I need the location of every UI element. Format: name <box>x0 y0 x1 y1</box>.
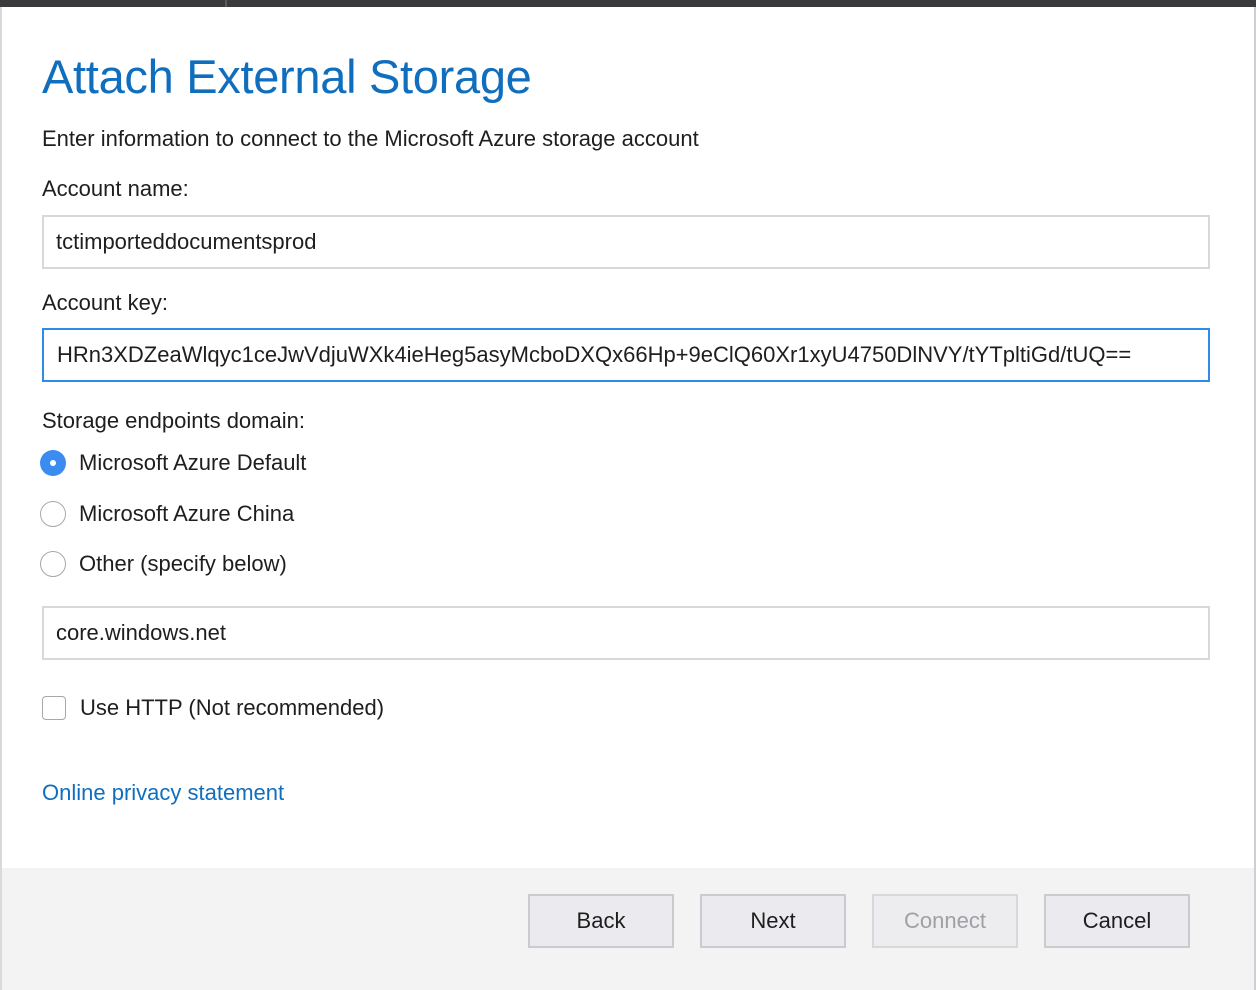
attach-external-storage-dialog: Attach External Storage Enter informatio… <box>2 7 1254 990</box>
account-key-input[interactable]: HRn3XDZeaWlqyc1ceJwVdjuWXk4ieHeg5asyMcbo… <box>42 328 1210 382</box>
account-key-label: Account key: <box>42 290 168 315</box>
radio-other-label: Other (specify below) <box>79 551 287 576</box>
radio-azure-default-label: Microsoft Azure Default <box>79 450 307 475</box>
endpoint-domain-input[interactable]: core.windows.net <box>42 606 1210 660</box>
privacy-statement-link[interactable]: Online privacy statement <box>42 780 284 806</box>
account-name-label: Account name: <box>42 176 189 201</box>
next-button[interactable]: Next <box>700 894 846 948</box>
use-http-label: Use HTTP (Not recommended) <box>80 695 385 720</box>
dialog-title: Attach External Storage <box>42 50 532 103</box>
connect-button[interactable]: Connect <box>872 894 1018 948</box>
use-http-checkbox-row[interactable]: Use HTTP (Not recommended) <box>40 693 384 723</box>
radio-button[interactable] <box>40 551 66 577</box>
window-top-divider <box>225 0 227 7</box>
use-http-checkbox[interactable] <box>42 696 66 720</box>
radio-other[interactable]: Other (specify below) <box>40 549 287 579</box>
cancel-button[interactable]: Cancel <box>1044 894 1190 948</box>
window-top-edge <box>0 0 1256 7</box>
back-button[interactable]: Back <box>528 894 674 948</box>
storage-endpoints-label: Storage endpoints domain: <box>42 408 305 433</box>
radio-azure-china[interactable]: Microsoft Azure China <box>40 499 294 529</box>
radio-azure-china-label: Microsoft Azure China <box>79 501 295 526</box>
radio-button[interactable] <box>40 501 66 527</box>
radio-azure-default[interactable]: Microsoft Azure Default <box>40 448 306 478</box>
radio-button-selected[interactable] <box>40 450 66 476</box>
account-name-input[interactable]: tctimporteddocumentsprod <box>42 215 1210 269</box>
dialog-subtitle: Enter information to connect to the Micr… <box>42 126 699 151</box>
